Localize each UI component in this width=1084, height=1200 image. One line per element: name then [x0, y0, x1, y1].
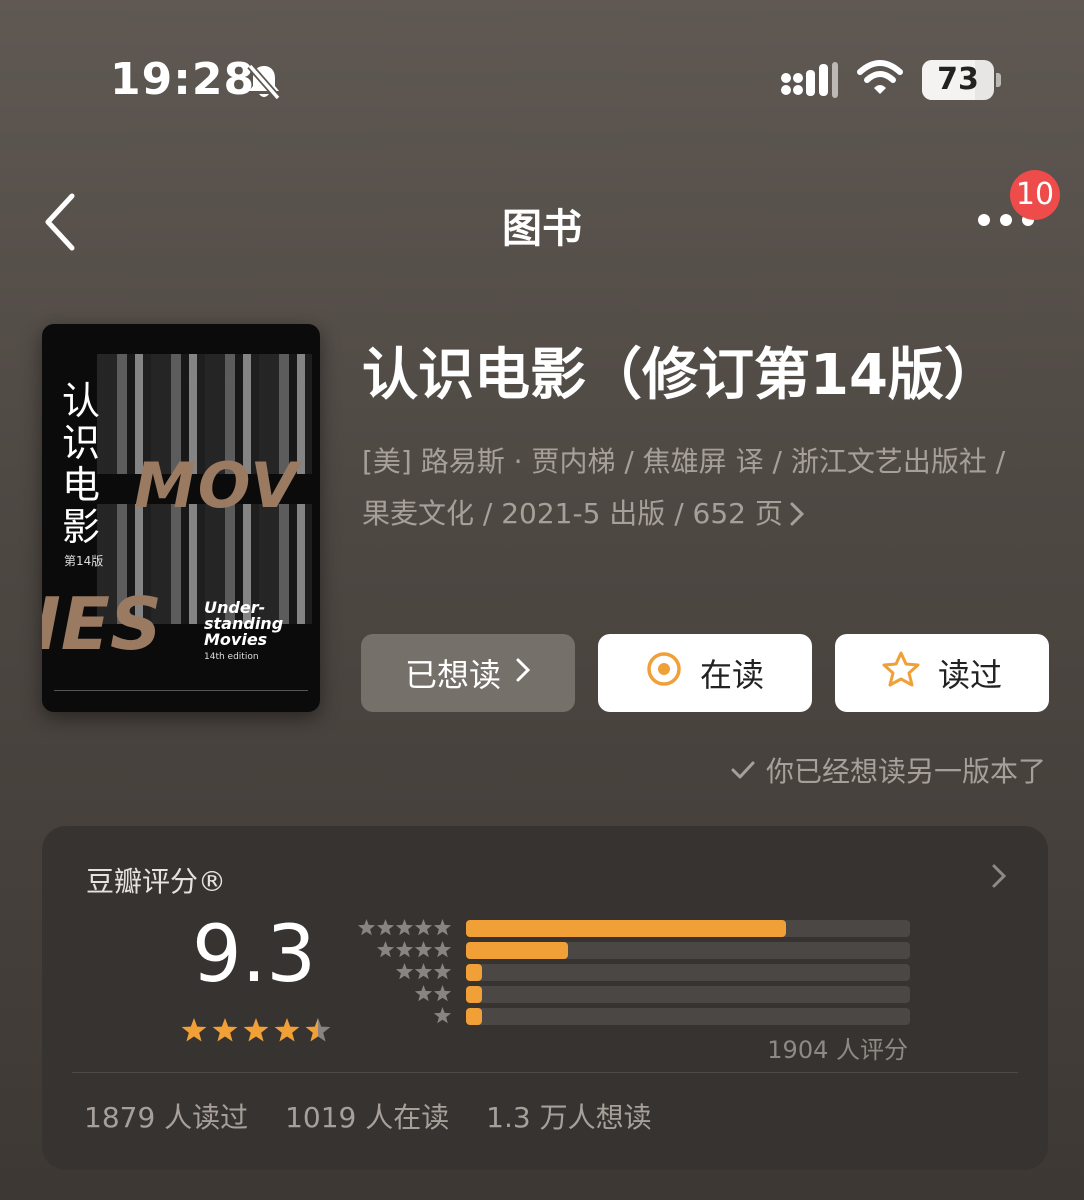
- cover-title-en: Under- standing Movies: [204, 598, 284, 649]
- want-to-read-label: 已想读: [404, 656, 501, 694]
- book-title: 认识电影（修订第14版）: [362, 343, 1000, 408]
- rating-star-icon: [274, 1018, 300, 1042]
- small-star-icon: [433, 941, 452, 958]
- distribution-row: [356, 1006, 916, 1028]
- small-star-icon: [414, 963, 433, 980]
- small-star-icon: [395, 919, 414, 936]
- battery-indicator: 73: [922, 60, 994, 100]
- rating-stars: [181, 1018, 331, 1042]
- distribution-bar: [466, 1008, 482, 1025]
- cover-footer: [54, 690, 308, 700]
- rating-star-icon: [181, 1018, 207, 1042]
- distribution-stars: [376, 941, 452, 958]
- distribution-track: [466, 1008, 910, 1025]
- signal-icon: [780, 62, 840, 102]
- read-button[interactable]: 读过: [835, 634, 1049, 712]
- distribution-track: [466, 986, 910, 1003]
- notification-badge[interactable]: 10: [1010, 170, 1060, 220]
- small-star-icon: [433, 963, 452, 980]
- small-star-icon: [433, 919, 452, 936]
- book-meta-text: 果麦文化 / 2021-5 出版 / 652 页: [362, 497, 783, 530]
- book-meta-line: 果麦文化 / 2021-5 出版 / 652 页: [362, 488, 1052, 544]
- reader-stats: 1879 人读过 1019 人在读 1.3 万人想读: [84, 1096, 680, 1136]
- rating-card[interactable]: 豆瓣评分® 9.3 1904 人评分 1879 人读过 1019 人在读 1.3…: [42, 826, 1048, 1170]
- page-title: 图书: [502, 206, 582, 252]
- distribution-stars: [395, 963, 452, 980]
- distribution-bar: [466, 964, 482, 981]
- target-icon: [646, 651, 682, 695]
- rating-label: 豆瓣评分®: [86, 865, 227, 898]
- distribution-stars: [357, 919, 452, 936]
- rating-star-icon: [212, 1018, 238, 1042]
- battery-tip: [996, 73, 1001, 87]
- cover-big-text: IES: [42, 582, 162, 666]
- reading-label: 在读: [699, 656, 764, 694]
- book-meta-line: [美] 路易斯 · 贾内梯 / 焦雄屏 译 / 浙江文艺出版社 /: [362, 445, 1006, 478]
- small-star-icon: [357, 919, 376, 936]
- small-star-icon: [433, 985, 452, 1002]
- small-star-icon: [414, 941, 433, 958]
- want-to-read-button[interactable]: 已想读: [361, 634, 575, 712]
- distribution-stars: [433, 1007, 452, 1024]
- rating-star-icon: [243, 1018, 269, 1042]
- chevron-right-icon: [515, 654, 531, 692]
- small-star-icon: [433, 1007, 452, 1024]
- distribution-stars: [414, 985, 452, 1002]
- chevron-right-icon: [789, 492, 805, 544]
- distribution-bar: [466, 920, 786, 937]
- distribution-row: [356, 984, 916, 1006]
- cover-title: 认识电影: [62, 379, 101, 549]
- book-cover[interactable]: MOV IES 认识电影 第14版 Under- standing Movies…: [42, 324, 320, 712]
- cover-big-text: MOV: [134, 449, 301, 522]
- distribution-row: [356, 940, 916, 962]
- stat-reading: 1019 人在读: [285, 1101, 450, 1134]
- more-dot-icon: [978, 214, 990, 226]
- book-meta[interactable]: [美] 路易斯 · 贾内梯 / 焦雄屏 译 / 浙江文艺出版社 / 果麦文化 /…: [362, 436, 1052, 544]
- divider: [72, 1072, 1018, 1073]
- bell-muted-icon: [244, 62, 284, 106]
- reading-button[interactable]: 在读: [598, 634, 812, 712]
- cover-edition-cn: 第14版: [64, 554, 104, 568]
- small-star-icon: [414, 985, 433, 1002]
- small-star-icon: [376, 919, 395, 936]
- battery-percent: 73: [937, 62, 979, 97]
- status-time: 19:28: [110, 54, 256, 105]
- distribution-bar: [466, 986, 482, 1003]
- distribution-track: [466, 964, 910, 981]
- rating-star-icon: [305, 1018, 331, 1042]
- wifi-icon: [856, 58, 904, 102]
- small-star-icon: [376, 941, 395, 958]
- read-label: 读过: [937, 656, 1002, 694]
- more-dot-icon: [1000, 214, 1012, 226]
- rating-score: 9.3: [192, 910, 317, 1000]
- check-icon: [731, 761, 755, 779]
- rating-count: 1904 人评分: [767, 1036, 908, 1064]
- small-star-icon: [395, 963, 414, 980]
- distribution-track: [466, 942, 910, 959]
- cover-edition-en: 14th edition: [204, 652, 259, 662]
- stat-want: 1.3 万人想读: [486, 1101, 652, 1134]
- star-outline-icon: [882, 651, 920, 695]
- chevron-right-icon[interactable]: [990, 862, 1008, 894]
- distribution-track: [466, 920, 910, 937]
- small-star-icon: [395, 941, 414, 958]
- distribution-bar: [466, 942, 569, 959]
- other-edition-note: 你已经想读另一版本了: [730, 750, 1046, 790]
- status-bar: 19:28 73: [0, 0, 1084, 160]
- small-star-icon: [414, 919, 433, 936]
- stat-read: 1879 人读过: [84, 1101, 249, 1134]
- other-edition-text: 你已经想读另一版本了: [765, 755, 1046, 788]
- distribution-row: [356, 918, 916, 940]
- distribution-row: [356, 962, 916, 984]
